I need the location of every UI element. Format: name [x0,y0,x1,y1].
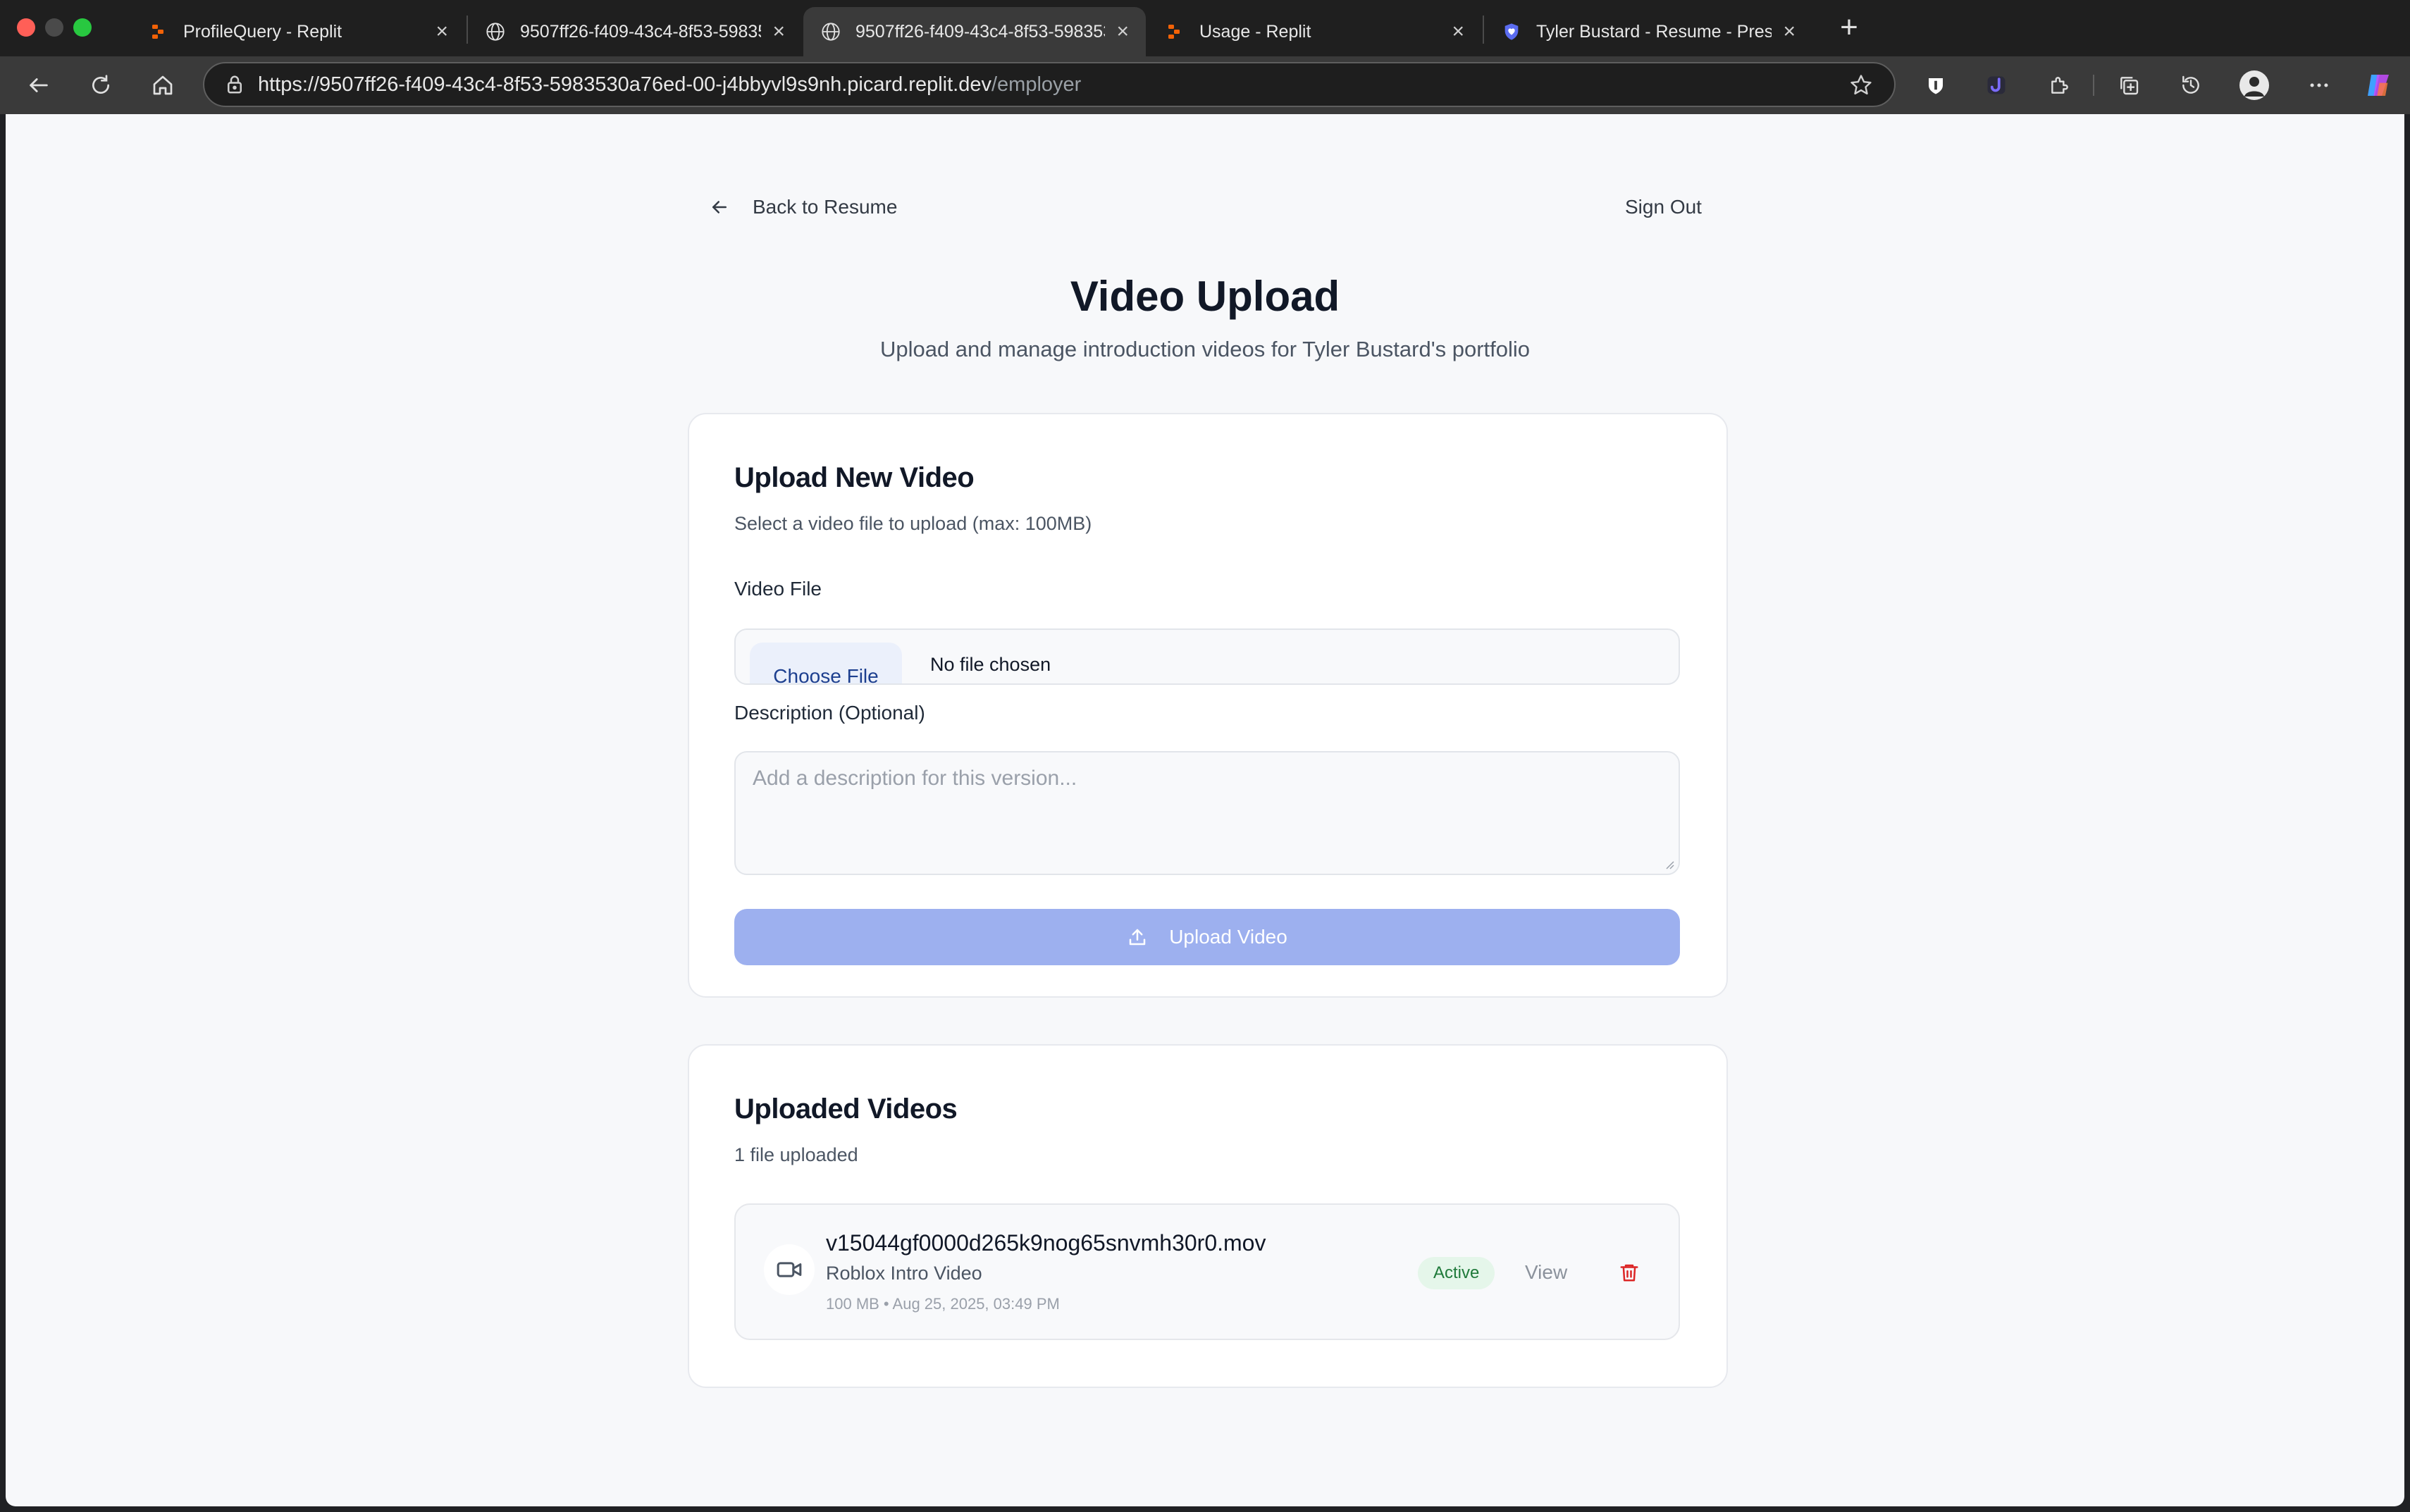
video-file-input[interactable]: Choose File No file chosen [734,628,1680,685]
tab-title: ProfileQuery - Replit [183,21,342,42]
browser-toolbar: https://9507ff26-f409-43c4-8f53-5983530a… [0,56,2410,114]
collections-button[interactable] [2111,68,2146,103]
home-icon [153,75,173,95]
page-content: Back to Resume Sign Out Video Upload Upl… [6,114,2404,1506]
profile-avatar[interactable] [2237,68,2272,103]
upload-icon [1129,929,1146,946]
browser-tab-1[interactable]: ProfileQuery - Replit × [131,7,465,56]
new-tab-button[interactable]: + [1834,10,1865,45]
close-window-button[interactable] [17,18,35,37]
uploaded-videos-title: Uploaded Videos [734,1093,958,1124]
url-text: https://9507ff26-f409-43c4-8f53-5983530a… [258,73,1082,96]
replit-logo-icon [148,21,169,42]
close-tab-icon[interactable]: × [1783,21,1796,42]
reload-button[interactable] [83,68,118,103]
choose-file-button[interactable]: Choose File [750,643,902,683]
no-file-chosen-text: No file chosen [930,654,1051,675]
tab-title: 9507ff26-f409-43c4-8f53-5983530a76ed [855,21,1105,42]
video-file-label: Video File [734,578,822,600]
sign-out-label: Sign Out [1625,196,1702,218]
page-title: Video Upload [1070,273,1340,320]
browser-tab-2[interactable]: 9507ff26-f409-43c4-8f53-5983530a76ed × [468,7,802,56]
toolbar-divider [2093,75,2094,96]
address-bar[interactable]: https://9507ff26-f409-43c4-8f53-5983530a… [203,62,1896,107]
back-to-resume-link[interactable]: Back to Resume [709,196,897,218]
collections-icon [2120,77,2139,95]
extension-shield-icon [1929,78,1943,94]
copilot-button[interactable] [2361,68,2396,103]
browser-tab-strip: ProfileQuery - Replit × 9507ff26-f409-43… [0,0,2410,56]
trash-icon [1620,1264,1638,1282]
globe-icon [820,21,841,42]
maximize-window-button[interactable] [73,18,92,37]
puzzle-icon [2051,77,2068,94]
uploaded-count: 1 file uploaded [734,1144,858,1165]
video-filename: v15044gf0000d265k9nog65snvmh30r0.mov [826,1230,1266,1256]
delete-button[interactable] [1617,1260,1642,1285]
close-tab-icon[interactable]: × [435,21,448,42]
tab-title: Usage - Replit [1199,21,1311,42]
minimize-window-button[interactable] [45,18,63,37]
browser-tab-3-active[interactable]: 9507ff26-f409-43c4-8f53-5983530a76ed × [803,7,1146,56]
tab-title: 9507ff26-f409-43c4-8f53-5983530a76ed [520,21,761,42]
close-tab-icon[interactable]: × [1116,21,1129,42]
upload-video-button[interactable]: Upload Video [734,909,1680,965]
back-button[interactable] [21,68,56,103]
description-textarea[interactable]: Add a description for this version... [734,751,1680,875]
upload-card-title: Upload New Video [734,462,975,493]
view-button[interactable]: View [1525,1261,1567,1284]
more-horizontal-icon [2310,83,2328,87]
resize-handle-icon[interactable] [1663,858,1674,869]
arrow-left-icon [30,78,48,92]
copilot-icon [2368,75,2389,96]
star-icon[interactable] [1849,73,1873,97]
close-tab-icon[interactable]: × [1452,21,1464,42]
video-description: Roblox Intro Video [826,1263,982,1284]
upload-video-label: Upload Video [1169,926,1287,948]
extension-button[interactable] [1979,68,2014,103]
reload-icon [92,75,109,94]
replit-logo-icon [1164,21,1185,42]
extensions-button[interactable] [2042,68,2077,103]
description-label: Description (Optional) [734,702,925,724]
browser-tab-4[interactable]: Usage - Replit × [1147,7,1481,56]
browser-tab-5[interactable]: Tyler Bustard - Resume - Presentation × [1484,7,1812,56]
status-badge: Active [1418,1257,1495,1289]
upload-card: Upload New Video Select a video file to … [688,413,1728,998]
sign-out-button[interactable]: Sign Out [1625,196,1702,218]
history-button[interactable] [2173,68,2208,103]
close-tab-icon[interactable]: × [772,21,785,42]
tab-title: Tyler Bustard - Resume - Presentation [1536,21,1772,42]
video-meta: 100 MB • Aug 25, 2025, 03:49 PM [826,1295,1060,1313]
arrow-left-icon [712,201,727,213]
more-options-button[interactable] [2301,68,2337,103]
description-placeholder: Add a description for this version... [753,767,1077,790]
lock-icon [225,74,244,95]
history-icon [2182,75,2199,94]
page-subtitle: Upload and manage introduction videos fo… [879,337,1531,361]
j-logo-icon [1987,76,2006,94]
back-to-resume-label: Back to Resume [753,196,898,218]
video-camera-icon [764,1244,815,1295]
uploaded-videos-card: Uploaded Videos 1 file uploaded v15044gf… [688,1044,1728,1388]
upload-card-description: Select a video file to upload (max: 100M… [734,513,1092,534]
avatar-icon [2239,70,2269,100]
shield-heart-icon [1501,21,1522,42]
home-button[interactable] [145,68,180,103]
video-list-item: v15044gf0000d265k9nog65snvmh30r0.mov Rob… [734,1203,1680,1340]
extension-button[interactable] [1918,68,1953,103]
globe-icon [485,21,506,42]
